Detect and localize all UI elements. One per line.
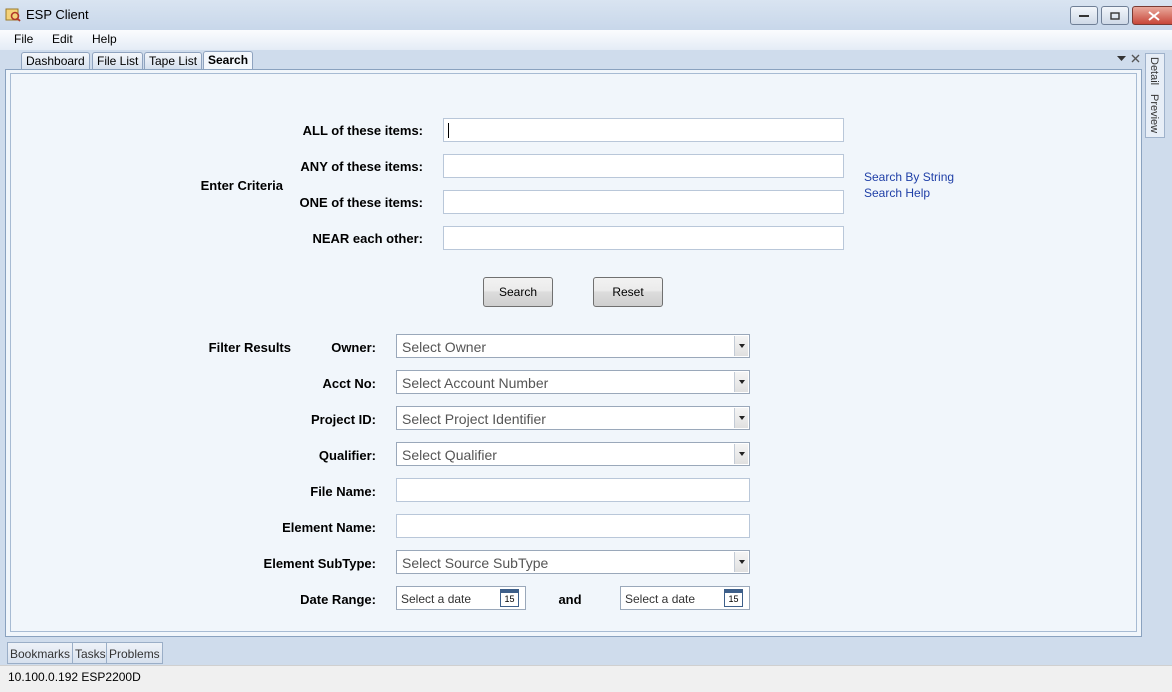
tab-dashboard[interactable]: Dashboard — [21, 52, 90, 69]
element-subtype-select[interactable]: Select Source SubType — [396, 550, 750, 574]
tab-bookmarks[interactable]: Bookmarks — [7, 642, 74, 664]
side-tab-detail[interactable]: Detail — [1148, 57, 1160, 85]
date-to-value: Select a date — [625, 592, 696, 606]
acct-no-select[interactable]: Select Account Number — [396, 370, 750, 394]
bottom-panel — [0, 637, 1172, 665]
one-item-input[interactable] — [443, 190, 844, 214]
side-tab-preview[interactable]: Preview — [1148, 94, 1160, 133]
search-button[interactable]: Search — [483, 277, 553, 307]
all-items-label: ALL of these items: — [302, 123, 423, 138]
element-name-input[interactable] — [396, 514, 750, 538]
close-icon — [1148, 10, 1160, 21]
menu-edit[interactable]: Edit — [52, 32, 73, 46]
owner-select[interactable]: Select Owner — [396, 334, 750, 358]
project-id-label: Project ID: — [310, 412, 376, 427]
near-items-input[interactable] — [443, 226, 844, 250]
element-name-label: Element Name: — [282, 520, 376, 535]
close-button[interactable] — [1132, 6, 1172, 25]
tab-problems[interactable]: Problems — [106, 642, 163, 664]
date-from-value: Select a date — [401, 592, 472, 606]
any-items-label: ANY of these items: — [300, 159, 423, 174]
date-from-picker[interactable]: Select a date 15 — [396, 586, 526, 610]
date-range-label: Date Range: — [300, 592, 376, 607]
window-title: ESP Client — [26, 7, 89, 22]
reset-button[interactable]: Reset — [593, 277, 663, 307]
minimize-button[interactable] — [1070, 6, 1098, 25]
status-text: 10.100.0.192 ESP2200D — [8, 670, 141, 684]
close-tab-icon[interactable] — [1131, 54, 1140, 63]
project-id-select-value: Select Project Identifier — [402, 411, 546, 427]
file-name-input[interactable] — [396, 478, 750, 502]
qualifier-select[interactable]: Select Qualifier — [396, 442, 750, 466]
acct-no-select-value: Select Account Number — [402, 375, 549, 391]
date-to-picker[interactable]: Select a date 15 — [620, 586, 750, 610]
menu-bar — [0, 30, 1172, 50]
near-items-label: NEAR each other: — [312, 231, 423, 246]
menu-file[interactable]: File — [14, 32, 33, 46]
title-bar — [0, 0, 1172, 30]
search-help-link[interactable]: Search Help — [864, 186, 930, 200]
owner-select-value: Select Owner — [402, 339, 487, 355]
chevron-down-icon[interactable] — [734, 372, 748, 392]
one-item-label: ONE of these items: — [299, 195, 423, 210]
chevron-down-icon[interactable] — [734, 408, 748, 428]
dropdown-arrow-icon[interactable] — [1117, 56, 1126, 62]
element-subtype-select-value: Select Source SubType — [402, 555, 549, 571]
status-bar — [0, 665, 1172, 692]
chevron-down-icon[interactable] — [734, 444, 748, 464]
all-items-input[interactable] — [443, 118, 844, 142]
calendar-icon[interactable]: 15 — [500, 589, 519, 607]
tab-file-list[interactable]: File List — [92, 52, 144, 69]
chevron-down-icon[interactable] — [734, 552, 748, 572]
file-name-label: File Name: — [310, 484, 376, 499]
side-panel-tabs: Detail Preview — [1145, 53, 1165, 138]
app-icon — [5, 8, 21, 22]
qualifier-select-value: Select Qualifier — [402, 447, 497, 463]
search-by-string-link[interactable]: Search By String — [864, 170, 954, 184]
minimize-icon — [1079, 14, 1089, 17]
tab-search[interactable]: Search — [203, 51, 254, 70]
chevron-down-icon[interactable] — [734, 336, 748, 356]
element-subtype-label: Element SubType: — [263, 556, 376, 571]
tab-tasks[interactable]: Tasks — [72, 642, 109, 664]
restore-icon — [1110, 11, 1120, 20]
qualifier-label: Qualifier: — [318, 448, 376, 463]
menu-help[interactable]: Help — [92, 32, 117, 46]
acct-no-label: Acct No: — [322, 376, 376, 391]
any-items-input[interactable] — [443, 154, 844, 178]
enter-criteria-label: Enter Criteria — [200, 178, 283, 193]
owner-label: Owner: — [331, 340, 376, 355]
calendar-icon[interactable]: 15 — [724, 589, 743, 607]
project-id-select[interactable]: Select Project Identifier — [396, 406, 750, 430]
date-and-label: and — [558, 592, 582, 607]
maximize-button[interactable] — [1101, 6, 1129, 25]
tab-tape-list[interactable]: Tape List — [144, 52, 203, 69]
